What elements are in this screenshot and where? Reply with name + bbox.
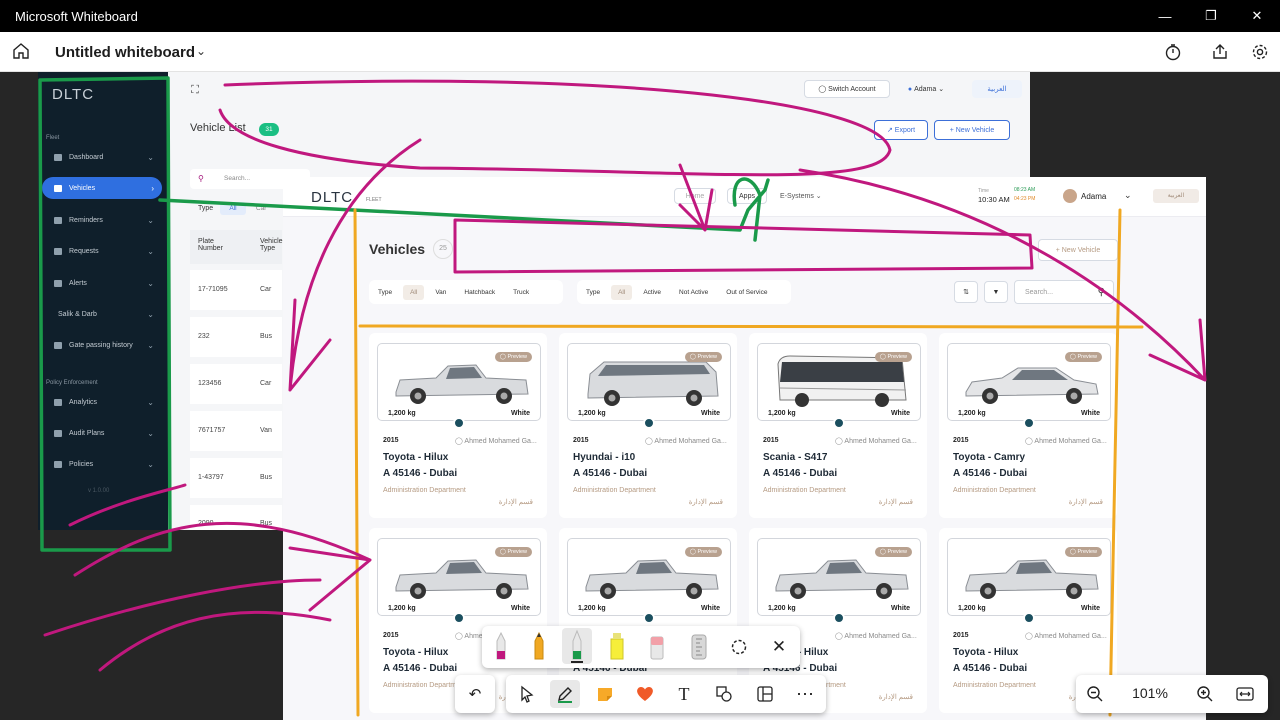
main-toolbar: T ⋯ <box>506 675 826 713</box>
magenta-ink-curve <box>43 578 332 672</box>
sticky-note-icon[interactable] <box>590 680 620 708</box>
ruler-icon[interactable] <box>684 632 714 660</box>
pen-green-icon[interactable] <box>562 628 592 664</box>
templates-icon[interactable] <box>750 680 780 708</box>
undo-icon[interactable]: ↶ <box>460 680 490 708</box>
shapes-icon[interactable] <box>709 680 739 708</box>
select-icon[interactable] <box>512 680 542 708</box>
reaction-heart-icon[interactable] <box>630 680 660 708</box>
more-icon[interactable]: ⋯ <box>790 680 820 708</box>
ink-layer <box>38 76 1207 717</box>
lasso-select-icon[interactable] <box>724 633 754 661</box>
zoom-out-icon[interactable] <box>1080 680 1110 708</box>
pen-tray: ✕ <box>482 626 800 668</box>
green-ink-underline <box>158 177 770 242</box>
eraser-icon[interactable] <box>642 632 672 660</box>
fit-to-screen-icon[interactable] <box>1230 680 1260 708</box>
pen-icon[interactable] <box>550 680 580 708</box>
undo-toolbar: ↶ <box>455 675 495 713</box>
pen-magenta-icon[interactable] <box>486 631 516 660</box>
text-icon[interactable]: T <box>669 680 699 708</box>
magenta-ink-rect <box>453 218 1034 274</box>
green-ink-box <box>38 76 172 552</box>
close-pen-tray-icon[interactable]: ✕ <box>764 633 794 661</box>
zoom-level[interactable]: 101% <box>1126 685 1174 701</box>
highlighter-yellow-icon[interactable] <box>602 632 632 660</box>
pencil-orange-icon[interactable] <box>524 631 554 660</box>
zoom-toolbar: 101% <box>1076 675 1268 713</box>
magenta-ink-loop <box>218 79 892 177</box>
magenta-ink-arrow-right <box>798 168 1207 382</box>
zoom-in-icon[interactable] <box>1190 680 1220 708</box>
